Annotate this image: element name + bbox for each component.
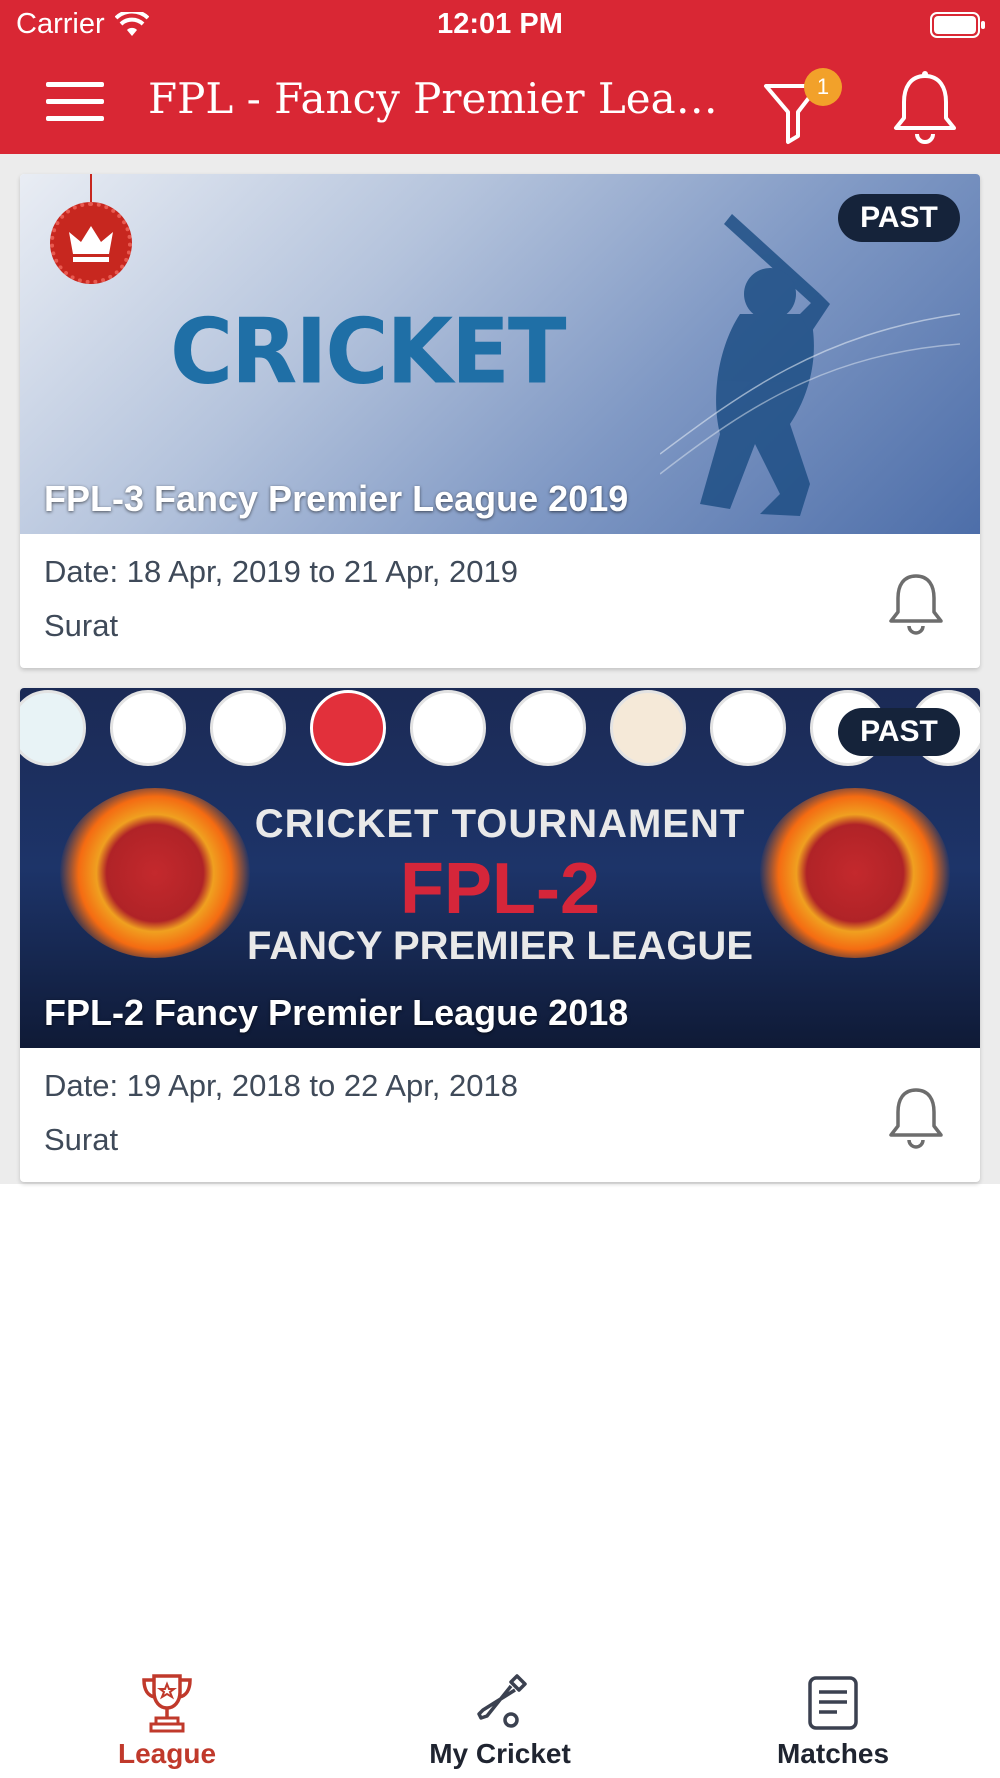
team-logo bbox=[510, 690, 586, 766]
app-header: Carrier 12:01 PM FPL - Fancy Premier Lea… bbox=[0, 0, 1000, 154]
filter-count-badge: 1 bbox=[804, 68, 842, 106]
status-badge: PAST bbox=[838, 708, 960, 756]
league-city: Surat bbox=[44, 1122, 119, 1157]
banner-line-1: CRICKET TOURNAMENT bbox=[254, 802, 746, 846]
tab-league[interactable]: League bbox=[0, 1640, 334, 1778]
league-banner-image: CRICKET PAST FPL-3 Fancy Premier League … bbox=[20, 174, 980, 534]
team-logo bbox=[610, 690, 686, 766]
banner-line-2: FPL-2 bbox=[399, 849, 600, 929]
subscribe-bell-icon[interactable] bbox=[886, 570, 946, 636]
team-logo bbox=[110, 690, 186, 766]
crown-icon bbox=[69, 226, 113, 262]
league-card[interactable]: CRICKET PAST FPL-3 Fancy Premier League … bbox=[20, 174, 980, 668]
banner-line-3: FANCY PREMIER LEAGUE bbox=[247, 924, 753, 968]
subscribe-bell-icon[interactable] bbox=[886, 1084, 946, 1150]
league-info: Date: 19 Apr, 2018 to 22 Apr, 2018 Surat bbox=[20, 1048, 980, 1182]
tab-label: League bbox=[117, 1738, 217, 1769]
cricket-bat-icon bbox=[477, 1674, 527, 1728]
team-logo bbox=[210, 690, 286, 766]
status-badge: PAST bbox=[838, 194, 960, 242]
tab-matches[interactable]: Matches bbox=[666, 1640, 1000, 1778]
toolbar: FPL - Fancy Premier League 1 bbox=[0, 56, 1000, 154]
league-banner-image: CRICKET TOURNAMENT FPL-2 FANCY PREMIER L… bbox=[20, 688, 980, 1048]
league-dates: Date: 18 Apr, 2019 to 21 Apr, 2019 bbox=[44, 554, 518, 589]
team-logo bbox=[410, 690, 486, 766]
league-card[interactable]: CRICKET TOURNAMENT FPL-2 FANCY PREMIER L… bbox=[20, 688, 980, 1182]
crown-string bbox=[90, 174, 92, 204]
battery-icon bbox=[930, 12, 985, 38]
league-info: Date: 18 Apr, 2019 to 21 Apr, 2019 Surat bbox=[20, 534, 980, 668]
team-logo bbox=[20, 690, 86, 766]
batsman-silhouette-icon bbox=[660, 214, 960, 516]
team-logos-strip bbox=[20, 690, 980, 770]
crown-badge bbox=[50, 202, 132, 284]
team-logo bbox=[710, 690, 786, 766]
hamburger-menu-icon[interactable] bbox=[44, 76, 108, 128]
status-bar: Carrier 12:01 PM bbox=[0, 0, 1000, 52]
league-city: Surat bbox=[44, 608, 119, 643]
bottom-tab-bar: League My Cricket Matches bbox=[0, 1640, 1000, 1778]
tab-label: Matches bbox=[776, 1738, 890, 1769]
league-dates: Date: 19 Apr, 2018 to 22 Apr, 2018 bbox=[44, 1068, 518, 1103]
league-title: FPL-2 Fancy Premier League 2018 bbox=[44, 992, 629, 1033]
league-title: FPL-3 Fancy Premier League 2019 bbox=[44, 478, 629, 519]
trophy-icon bbox=[142, 1674, 192, 1733]
league-list: CRICKET PAST FPL-3 Fancy Premier League … bbox=[0, 154, 1000, 1184]
banner-cricket-text: CRICKET bbox=[170, 299, 566, 405]
team-logo bbox=[310, 690, 386, 766]
tab-my-cricket[interactable]: My Cricket bbox=[333, 1640, 667, 1778]
filter-button[interactable]: 1 bbox=[760, 68, 844, 148]
tab-label: My Cricket bbox=[429, 1738, 571, 1769]
status-time: 12:01 PM bbox=[437, 8, 563, 40]
page-title: FPL - Fancy Premier League bbox=[148, 74, 718, 123]
document-icon bbox=[808, 1676, 858, 1730]
notifications-bell-icon[interactable] bbox=[890, 68, 960, 148]
